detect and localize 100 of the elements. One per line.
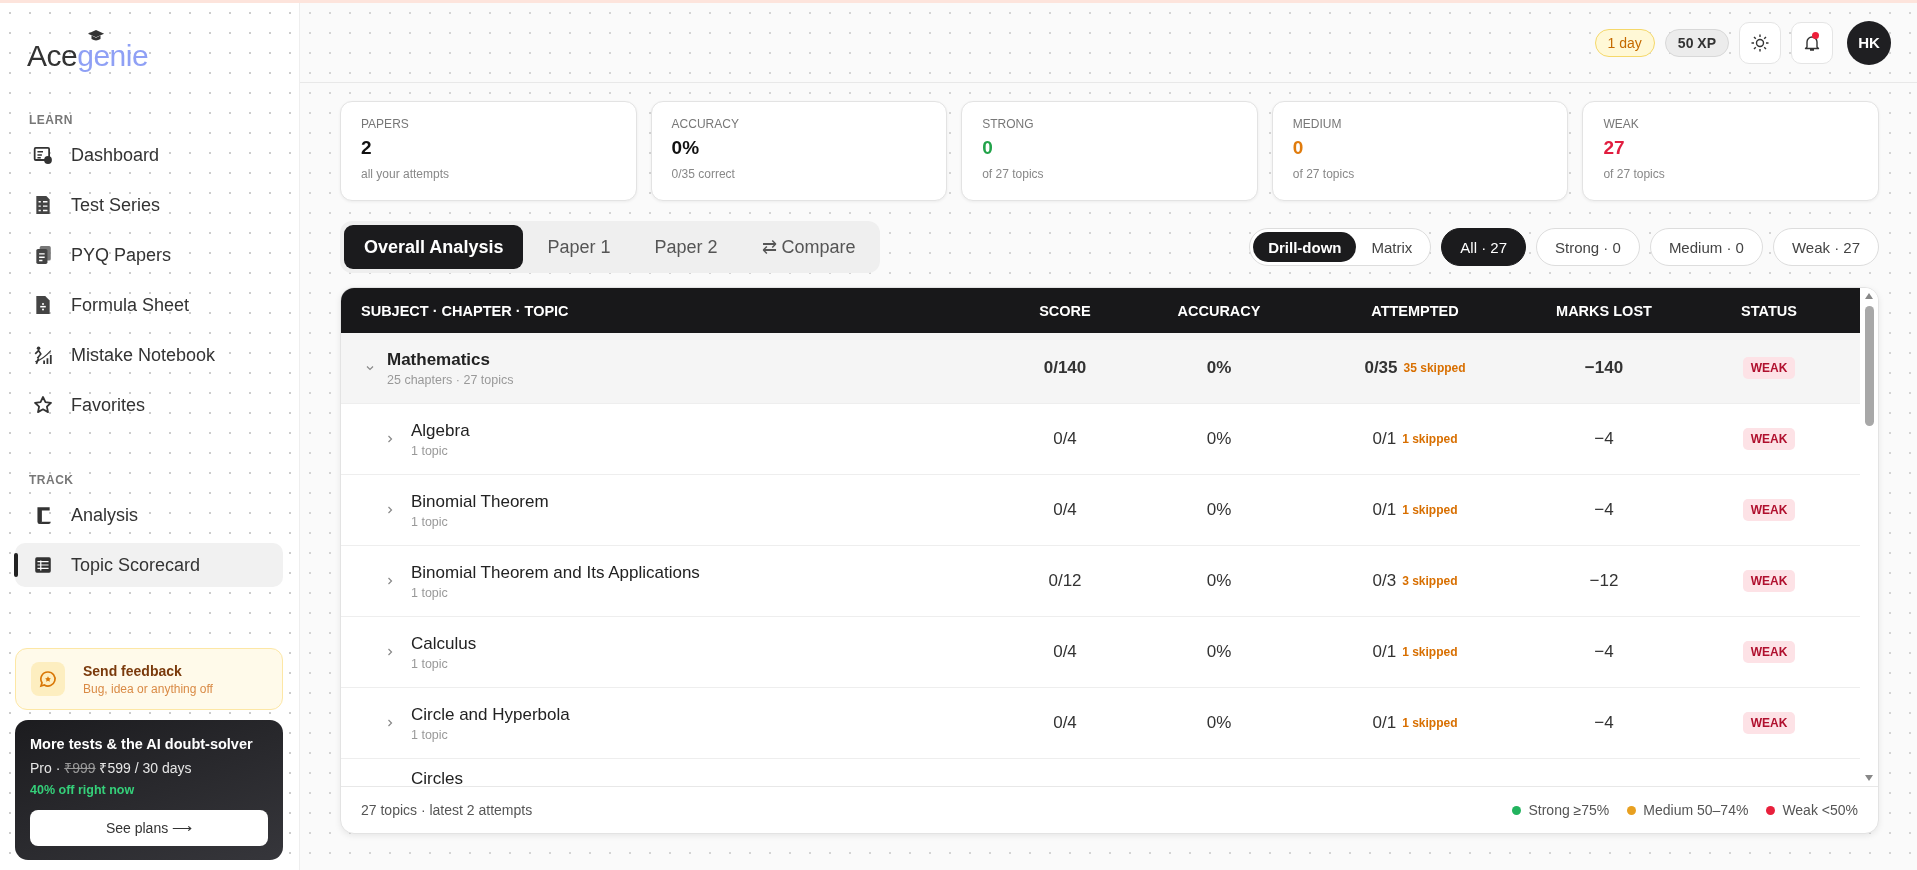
status-badge: WEAK (1742, 499, 1796, 521)
attempted-cell: 0/1 (1372, 642, 1397, 662)
stat-note: of 27 topics (982, 167, 1044, 181)
tab[interactable]: ⇄ Compare (741, 225, 876, 269)
column-header: MARKS LOST (1555, 302, 1653, 319)
column-header: SUBJECT · CHAPTER · TOPIC (360, 302, 570, 319)
stat-value: 27 (1603, 137, 1625, 159)
theme-button[interactable] (1739, 21, 1781, 64)
scroll-down-icon[interactable] (1864, 774, 1874, 782)
skipped-note: 1 skipped (1402, 432, 1458, 446)
row-name: Binomial Theorem and Its Applications (411, 562, 700, 583)
column-header: STATUS (1740, 302, 1798, 319)
stat-label: STRONG (982, 117, 1034, 131)
section-label: LEARN (29, 113, 74, 127)
stat-label: PAPERS (361, 117, 409, 131)
legend-label: Strong ≥75% (1528, 802, 1610, 818)
feedback-title: Send feedback (83, 662, 183, 679)
stat-label: MEDIUM (1292, 117, 1342, 131)
marks-lost-cell: −4 (1594, 429, 1614, 449)
view-option[interactable]: Matrix (1356, 232, 1428, 262)
filter-chip[interactable]: Weak · 27 (1772, 228, 1879, 266)
notifications-button[interactable] (1791, 21, 1833, 64)
skipped-note: 1 skipped (1402, 716, 1458, 730)
legend-label: Medium 50–74% (1643, 802, 1749, 818)
filter-chip[interactable]: Strong · 0 (1536, 228, 1640, 266)
tab[interactable]: Overall Analysis (344, 225, 524, 269)
see-plans-button[interactable]: See plans ⟶ (30, 810, 268, 846)
chart-figure-icon (33, 345, 53, 365)
sidebar-item[interactable]: Topic Scorecard (15, 543, 283, 587)
accuracy-cell: 0% (1206, 500, 1232, 520)
star-icon (33, 395, 53, 415)
streak-badge: 1 day (1594, 28, 1655, 57)
offer-text: 40% off right now (30, 783, 136, 797)
row-subtitle: 1 topic (411, 514, 449, 529)
graduation-cap-icon (87, 29, 106, 42)
logo-text: Ace (27, 39, 78, 73)
view-option[interactable]: Drill-down (1253, 232, 1357, 262)
stat-note: 0/35 correct (671, 167, 735, 181)
row-subtitle: 1 topic (411, 585, 449, 600)
status-badge: WEAK (1742, 570, 1796, 592)
section-label: TRACK (29, 473, 75, 487)
table-icon (33, 555, 53, 575)
chevron-right-icon[interactable] (385, 505, 395, 515)
chevron-right-icon[interactable] (385, 434, 395, 444)
column-header: ACCURACY (1176, 302, 1262, 319)
stat-note: of 27 topics (1292, 167, 1355, 181)
avatar[interactable]: HK (1847, 20, 1891, 65)
score-cell: 0/4 (1053, 429, 1077, 449)
sidebar-item[interactable]: PYQ Papers (15, 233, 283, 277)
sidebar-item[interactable]: Formula Sheet (15, 283, 283, 327)
sidebar-item[interactable]: Favorites (15, 383, 283, 427)
accuracy-cell: 0% (1206, 642, 1232, 662)
chevron-right-icon[interactable] (385, 718, 395, 728)
scrollbar-thumb[interactable] (1864, 306, 1874, 426)
attempted-cell: 0/3 (1372, 571, 1397, 591)
row-subtitle: 1 topic (411, 443, 449, 458)
formula-file-icon (33, 295, 53, 315)
legend-label: Weak <50% (1782, 802, 1858, 818)
column-header: ATTEMPTED (1370, 302, 1460, 319)
xp-badge: 50 XP (1664, 28, 1729, 57)
table-row[interactable]: Binomial Theorem and Its Applications 1 topic 0/12 0% 0/3 3 skipped −12 WEAK (341, 546, 1860, 617)
row-name: Circle and Hyperbola (411, 704, 570, 725)
stat-note: of 27 topics (1603, 167, 1665, 181)
stat-value: 0 (1292, 137, 1304, 159)
score-cell: 0/4 (1053, 642, 1077, 662)
table-row[interactable]: Algebra 1 topic 0/4 0% 0/1 1 skipped −4 WEAK (341, 404, 1860, 475)
scrollbar[interactable] (1860, 288, 1878, 786)
marks-lost-cell: −12 (1589, 571, 1619, 591)
marks-lost-cell: −140 (1584, 358, 1624, 378)
skipped-note: 35 skipped (1403, 361, 1466, 375)
table-row[interactable]: Circle and Hyperbola 1 topic 0/4 0% 0/1 1 skipped −4 WEAK (341, 688, 1860, 759)
table-summary: 27 topics · latest 2 attempts (361, 802, 533, 818)
chevron-down-icon[interactable] (365, 363, 375, 373)
table-row[interactable]: Mathematics 25 chapters · 27 topics 0/140 0% 0/35 35 skipped −140 WEAK (341, 333, 1860, 404)
stat-value: 0% (671, 137, 700, 159)
chevron-right-icon[interactable] (385, 576, 395, 586)
row-name: Mathematics (387, 349, 491, 370)
score-cell: 0/4 (1053, 713, 1077, 733)
sidebar-item[interactable]: Mistake Notebook (15, 333, 283, 377)
price-text: Pro · ₹999 ₹599 / 30 days (30, 759, 193, 777)
filter-chip[interactable]: Medium · 0 (1649, 228, 1763, 266)
sidebar-item[interactable]: Test Series (15, 183, 283, 227)
filter-chip[interactable]: All · 27 (1441, 228, 1526, 266)
table-row[interactable]: Calculus 1 topic 0/4 0% 0/1 1 skipped −4 WEAK (341, 617, 1860, 688)
scroll-up-icon[interactable] (1864, 292, 1874, 300)
tab[interactable]: Paper 1 (527, 225, 631, 269)
score-cell: 0/140 (1043, 358, 1087, 378)
feedback-card[interactable]: Send feedback Bug, idea or anything off (15, 648, 283, 710)
checklist-icon (33, 195, 53, 215)
row-name: Calculus (411, 633, 477, 654)
sidebar-item[interactable]: Dashboard (15, 133, 283, 177)
table-row[interactable]: Binomial Theorem 1 topic 0/4 0% 0/1 1 skipped −4 WEAK (341, 475, 1860, 546)
attempted-cell: 0/1 (1372, 429, 1397, 449)
tab[interactable]: Paper 2 (634, 225, 738, 269)
stat-value: 0 (982, 137, 993, 159)
score-cell: 0/4 (1053, 500, 1077, 520)
sidebar-item[interactable]: Analysis (15, 493, 283, 537)
accuracy-cell: 0% (1206, 429, 1232, 449)
chat-icon (31, 662, 65, 696)
chevron-right-icon[interactable] (385, 647, 395, 657)
